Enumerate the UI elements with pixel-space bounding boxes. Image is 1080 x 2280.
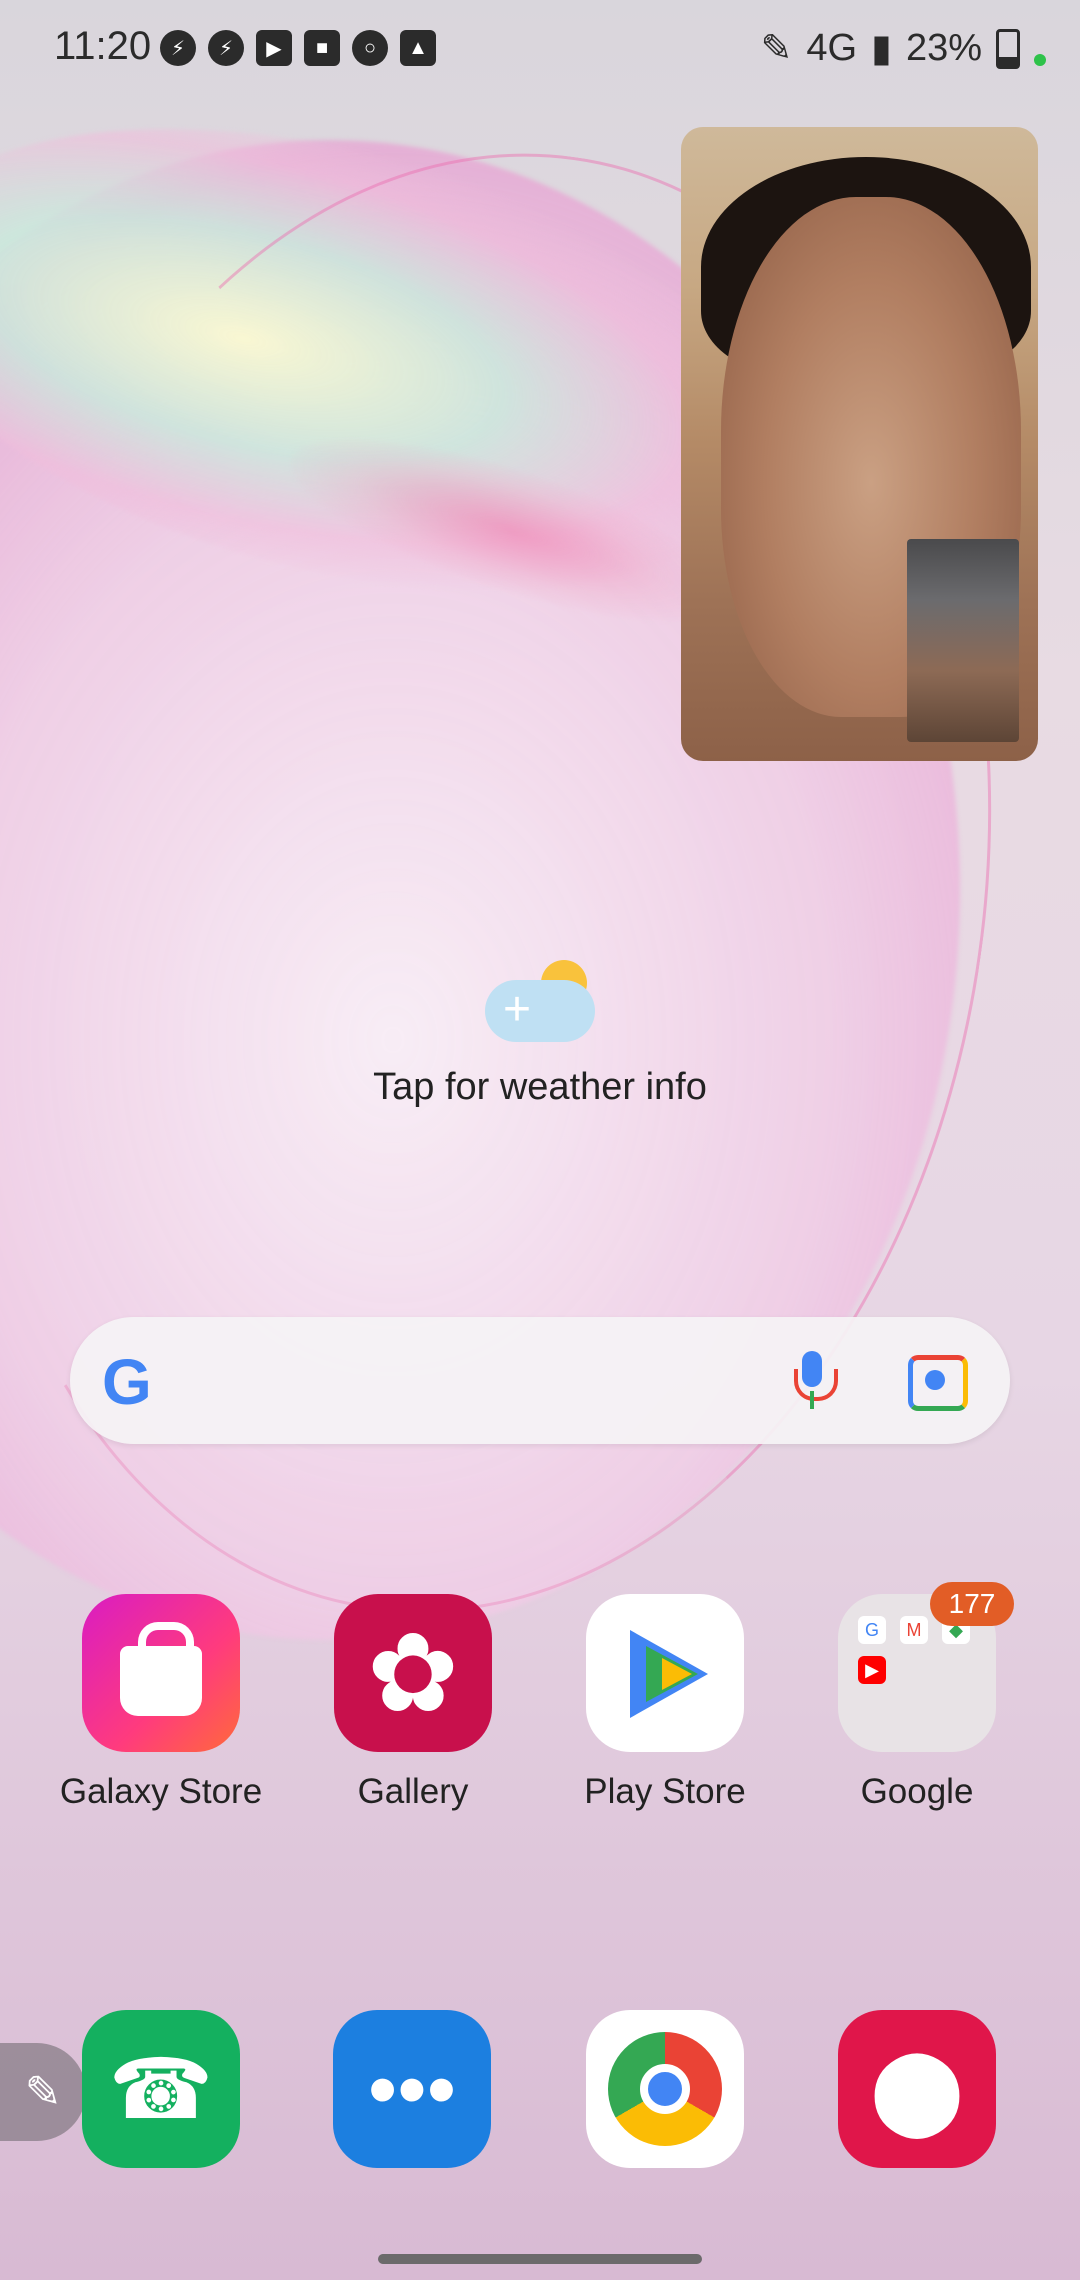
app-folder-google[interactable]: G M ◆ ▶ 177 Google (797, 1582, 1037, 1812)
cloud-icon (485, 980, 595, 1042)
signal-icon: ▮ (871, 28, 892, 70)
phone-icon[interactable]: ☎ (82, 2010, 240, 2168)
status-time: 11:20 (54, 24, 152, 68)
app-label: Play Store (584, 1772, 746, 1811)
notification-badge: 177 (930, 1582, 1014, 1626)
messenger-icon: ⚡ (208, 30, 244, 66)
google-search-bar[interactable]: G (70, 1317, 1010, 1444)
battery-icon (996, 28, 1020, 69)
google-lens-icon[interactable] (908, 1355, 968, 1411)
status-bar: 11:20 ⚡ ⚡ ▶ ■ ○ ▲ ✎ 4G ▮ 23% (0, 0, 1080, 100)
pencil-icon: ✎ (760, 28, 793, 70)
privacy-dot (1034, 53, 1046, 66)
system-status: ✎ 4G ▮ 23% (760, 26, 1046, 71)
weather-label: Tap for weather info (373, 1066, 707, 1108)
app-gallery[interactable]: ✿ Gallery (293, 1594, 533, 1812)
image-icon: ▲ (400, 30, 436, 66)
weather-icon: + (485, 960, 595, 1042)
plus-icon: + (503, 983, 532, 1036)
messages-icon[interactable]: ••• (333, 2010, 491, 2168)
notification-icons: ⚡ ⚡ ▶ ■ ○ ▲ (160, 30, 436, 66)
app-label: Gallery (357, 1772, 469, 1811)
google-folder-icon: G M ◆ ▶ 177 (838, 1582, 1014, 1752)
camera-icon[interactable]: ⬤ (838, 2010, 996, 2168)
mic-icon[interactable] (790, 1351, 838, 1411)
app-label: Google (860, 1772, 974, 1811)
messenger-icon: ⚡ (160, 30, 196, 66)
network-type: 4G (806, 27, 858, 69)
weather-widget[interactable]: + Tap for weather info (0, 960, 1080, 1109)
home-indicator[interactable] (378, 2254, 702, 2264)
chrome-icon[interactable] (586, 2010, 744, 2168)
video-camera-icon: ■ (304, 30, 340, 66)
google-logo-icon: G (102, 1346, 152, 1418)
app-play-store[interactable]: Play Store (545, 1594, 785, 1812)
youtube-icon: ▶ (256, 30, 292, 66)
app-galaxy-store[interactable]: Galaxy Store (41, 1594, 281, 1812)
video-call-window[interactable] (681, 127, 1038, 761)
play-store-icon (586, 1594, 744, 1752)
self-view[interactable] (907, 539, 1019, 742)
battery-percent: 23% (905, 27, 982, 69)
app-label: Galaxy Store (59, 1772, 263, 1811)
gallery-icon: ✿ (334, 1594, 492, 1752)
circle-record-icon: ○ (352, 30, 388, 66)
galaxy-store-icon (82, 1594, 240, 1752)
